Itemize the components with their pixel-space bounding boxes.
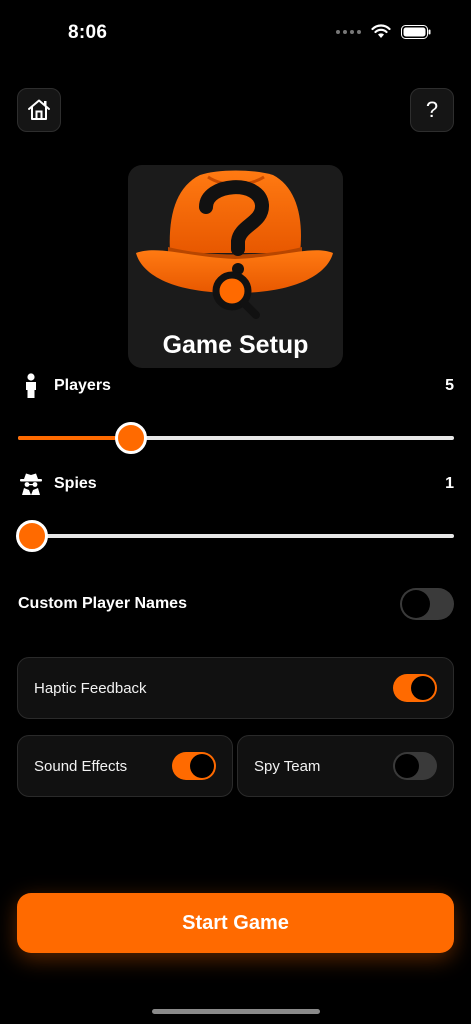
spies-slider[interactable] (16, 519, 454, 553)
toggle-knob (395, 754, 419, 778)
battery-icon (401, 24, 431, 39)
toggle-knob (402, 590, 430, 618)
home-indicator (152, 1009, 320, 1014)
help-button[interactable]: ? (410, 88, 454, 132)
hero-card: Game Setup (128, 165, 343, 368)
custom-player-names-label: Custom Player Names (18, 595, 187, 612)
spy-team-card: Spy Team (237, 735, 454, 797)
spy-team-toggle[interactable] (393, 752, 437, 780)
spy-hat-icon (136, 170, 333, 319)
wifi-icon (371, 24, 391, 38)
custom-player-names-toggle[interactable] (400, 588, 454, 620)
players-slider-thumb[interactable] (115, 422, 148, 454)
person-icon (18, 373, 44, 399)
spy-team-label: Spy Team (254, 757, 321, 775)
home-icon (28, 99, 50, 120)
haptic-feedback-card: Haptic Feedback (17, 657, 454, 719)
players-label: Players (54, 377, 111, 394)
haptic-feedback-toggle[interactable] (393, 674, 437, 702)
spies-label: Spies (54, 475, 97, 492)
haptic-feedback-label: Haptic Feedback (34, 679, 147, 697)
start-game-button[interactable]: Start Game (17, 893, 454, 953)
spies-value: 1 (445, 475, 454, 492)
spies-row: Spies 1 (18, 469, 454, 499)
spies-slider-thumb[interactable] (16, 520, 48, 552)
status-time: 8:06 (68, 22, 108, 43)
page-title: Game Setup (162, 331, 309, 359)
players-row: Players 5 (18, 371, 454, 401)
cellular-signal-icon (336, 29, 361, 34)
custom-player-names-row: Custom Player Names (18, 588, 454, 620)
sound-effects-card: Sound Effects (17, 735, 233, 797)
sound-effects-label: Sound Effects (34, 757, 128, 775)
question-mark-icon: ? (425, 97, 439, 122)
status-bar: 8:06 (0, 0, 471, 70)
toggle-knob (190, 754, 214, 778)
sound-effects-toggle[interactable] (172, 752, 216, 780)
players-value: 5 (445, 377, 454, 394)
toggle-knob (411, 676, 435, 700)
status-icons (336, 24, 431, 39)
players-slider[interactable] (18, 421, 454, 455)
home-button[interactable] (17, 88, 61, 132)
spies-slider-track[interactable] (18, 534, 454, 538)
spy-icon (18, 471, 44, 497)
